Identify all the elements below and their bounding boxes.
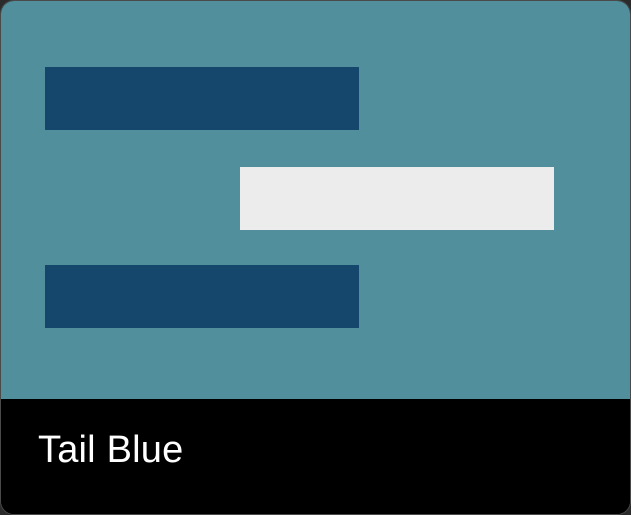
theme-title: Tail Blue (38, 429, 184, 471)
preview-bar-bottom (45, 265, 359, 328)
theme-card[interactable]: Tail Blue (0, 0, 631, 515)
preview-bar-middle (240, 167, 554, 230)
theme-preview (1, 1, 630, 399)
preview-bar-top (45, 67, 359, 130)
card-footer: Tail Blue (1, 399, 630, 514)
